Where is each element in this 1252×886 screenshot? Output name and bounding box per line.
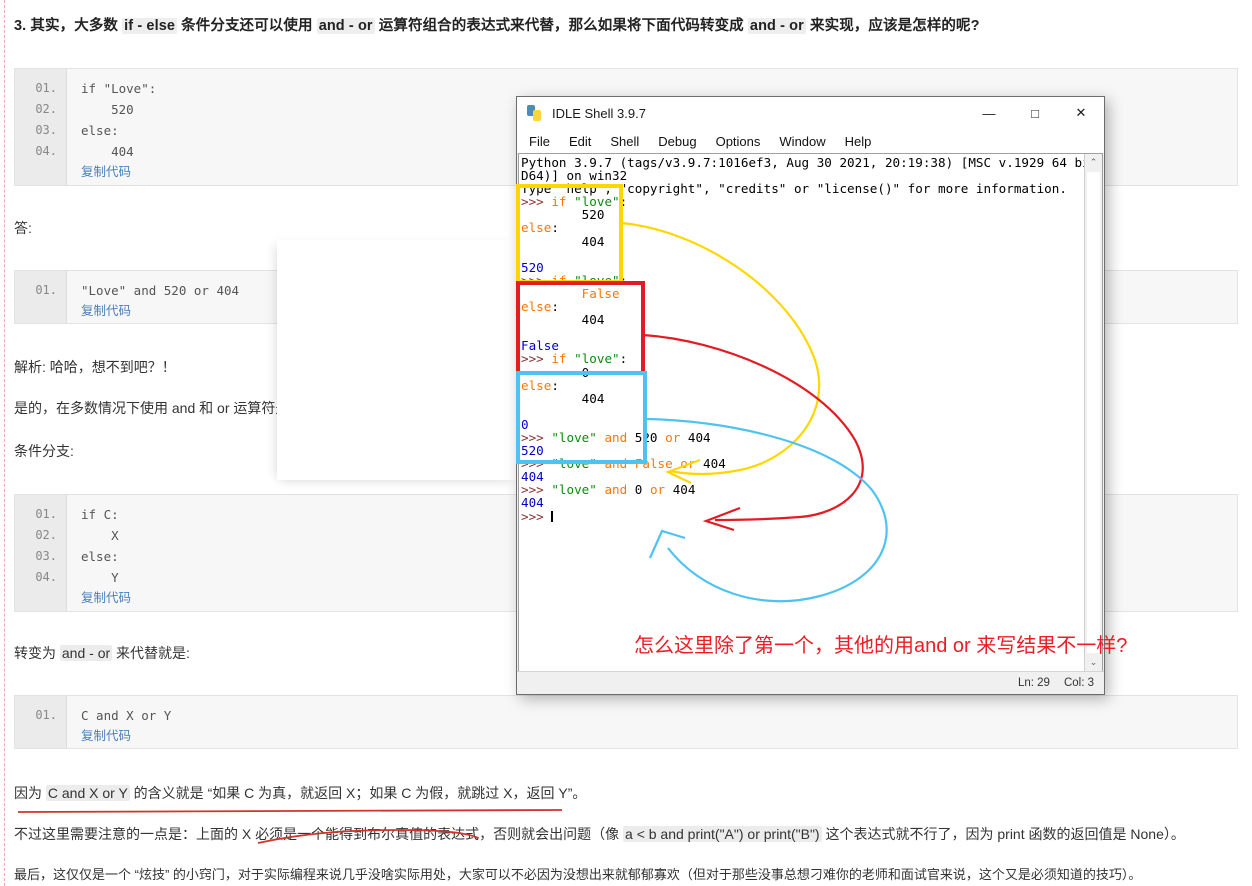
shell-vertical-scrollbar[interactable]: ⌃ ⌄: [1084, 154, 1102, 671]
python-logo-icon: [527, 105, 543, 121]
menu-item-file[interactable]: File: [529, 134, 550, 149]
code-line: C and X or Y: [81, 708, 172, 723]
line-number: 02.: [35, 528, 57, 542]
idle-menubar[interactable]: File Edit Shell Debug Options Window Hel…: [517, 129, 1104, 153]
meaning-paragraph: 因为 C and X or Y 的含义就是 “如果 C 为真，就返回 X；如果 …: [14, 783, 586, 803]
window-controls[interactable]: — □ ✕: [966, 97, 1104, 129]
caution-prefix: 不过这里需要注意的一点是：上面的 X 必须是一个能得到布尔真值的表达式，否则就会…: [14, 826, 624, 842]
caution-suffix: 这个表达式就不行了，因为 print 函数的返回值是 None）。: [821, 826, 1185, 842]
answer-label: 答:: [14, 220, 32, 236]
scrollbar-thumb[interactable]: [1087, 172, 1100, 653]
copy-code-button-4[interactable]: 复制代码: [81, 726, 1237, 747]
shell-output-text[interactable]: Python 3.9.7 (tags/v3.9.7:1016ef3, Aug 3…: [519, 154, 1084, 671]
line-number: 01.: [35, 708, 57, 722]
question-keyword-if-else: if - else: [122, 18, 178, 34]
code-block-2-gutter: 01.: [15, 271, 67, 323]
transform-prefix: 转变为: [14, 645, 60, 661]
idle-statusbar: Ln: 29 Col: 3: [517, 671, 1104, 694]
minimize-button[interactable]: —: [966, 97, 1012, 129]
question-heading: 3. 其实，大多数 if - else 条件分支还可以使用 and - or 运…: [14, 14, 980, 35]
question-keyword-and-or-1: and - or: [316, 18, 375, 34]
meaning-prefix: 因为: [14, 785, 46, 801]
maximize-button[interactable]: □: [1012, 97, 1058, 129]
page-root: 3. 其实，大多数 if - else 条件分支还可以使用 and - or 运…: [0, 0, 1252, 886]
menu-item-shell[interactable]: Shell: [610, 134, 639, 149]
shell-line: 0: [521, 364, 590, 380]
meaning-suffix: 的含义就是 “如果 C 为真，就返回 X；如果 C 为假，就跳过 X，返回 Y”…: [129, 785, 587, 801]
shell-line: 404: [521, 312, 605, 328]
status-line-number: Ln: 29: [1017, 677, 1050, 689]
transform-paragraph: 转变为 and - or 来代替就是:: [14, 643, 190, 663]
code-block-1-gutter: 01. 02. 03. 04.: [15, 69, 67, 185]
caution-paragraph: 不过这里需要注意的一点是：上面的 X 必须是一个能得到布尔真值的表达式，否则就会…: [14, 824, 1185, 844]
shell-line: else:: [521, 377, 559, 393]
shell-line: >>>: [521, 508, 554, 524]
shell-line: >>> "love" and False or 404: [521, 456, 726, 472]
question-prefix: 3. 其实，大多数: [14, 18, 123, 34]
shell-line: False: [581, 285, 620, 301]
shell-line: else:: [521, 220, 559, 236]
shell-line: else:: [521, 299, 559, 315]
final-paragraph: 最后，这仅仅是一个 “炫技” 的小窍门，对于实际编程来说几乎没啥实际用处，大家可…: [14, 867, 1142, 882]
line-number: 02.: [35, 102, 57, 116]
shell-line: >>> if "love":: [521, 194, 628, 210]
menu-item-edit[interactable]: Edit: [569, 134, 591, 149]
left-margin-rule: [4, 0, 5, 886]
shell-line: >>> "love" and 0 or 404: [521, 482, 696, 498]
line-number: 01.: [35, 507, 57, 521]
red-annotation-note: 怎么这里除了第一个，其他的用and or 来写结果不一样?: [634, 635, 1128, 657]
transform-suffix: 来代替就是:: [112, 645, 190, 661]
shell-line: 404: [521, 390, 605, 406]
status-column-number: Col: 3: [1063, 677, 1094, 689]
line-number: 03.: [35, 123, 57, 137]
shell-line: 520: [521, 207, 605, 223]
overlay-panel: [277, 240, 517, 480]
menu-item-help[interactable]: Help: [845, 134, 872, 149]
line-number: 04.: [35, 570, 57, 584]
shell-line: >>> "love" and 520 or 404: [521, 429, 711, 445]
question-keyword-and-or-2: and - or: [747, 18, 806, 34]
line-number: 01.: [35, 81, 57, 95]
menu-item-window[interactable]: Window: [779, 134, 825, 149]
question-suffix: 来实现，应该是怎样的呢?: [805, 18, 980, 34]
menu-item-debug[interactable]: Debug: [658, 134, 696, 149]
idle-titlebar[interactable]: IDLE Shell 3.9.7 — □ ✕: [517, 97, 1104, 129]
red-underline-meaning: [17, 809, 563, 813]
transform-keyword-and-or: and - or: [59, 645, 113, 661]
line-number: 04.: [35, 144, 57, 158]
line-number: 01.: [35, 283, 57, 297]
code-block-3-gutter: 01. 02. 03. 04.: [15, 495, 67, 611]
close-button[interactable]: ✕: [1058, 97, 1104, 129]
idle-window-title: IDLE Shell 3.9.7: [552, 105, 646, 121]
code-block-4-body: C and X or Y 复制代码: [67, 696, 1237, 748]
meaning-keyword-c-and-x-or-y: C and X or Y: [45, 785, 130, 801]
branch-label: 条件分支:: [14, 443, 74, 459]
scroll-up-arrow-icon[interactable]: ⌃: [1085, 154, 1102, 171]
code-block-4: 01. C and X or Y 复制代码: [14, 695, 1238, 749]
line-number: 03.: [35, 549, 57, 563]
caution-keyword-expression: a < b and print("A") or print("B"): [623, 826, 822, 842]
menu-item-options[interactable]: Options: [716, 134, 761, 149]
shell-line: 404: [521, 495, 544, 511]
question-mid-2: 运算符组合的表达式来代替，那么如果将下面代码转变成: [374, 18, 748, 34]
question-mid-1: 条件分支还可以使用: [177, 18, 317, 34]
analysis-paragraph: 解析: 哈哈，想不到吧？！: [14, 359, 176, 375]
code-block-4-gutter: 01.: [15, 696, 67, 748]
idle-shell-area[interactable]: Python 3.9.7 (tags/v3.9.7:1016ef3, Aug 3…: [518, 153, 1103, 671]
idle-shell-window[interactable]: IDLE Shell 3.9.7 — □ ✕ File Edit Shell D…: [516, 96, 1105, 695]
shell-line: 404: [521, 233, 605, 249]
shell-line: >>> if "love":: [521, 351, 628, 367]
